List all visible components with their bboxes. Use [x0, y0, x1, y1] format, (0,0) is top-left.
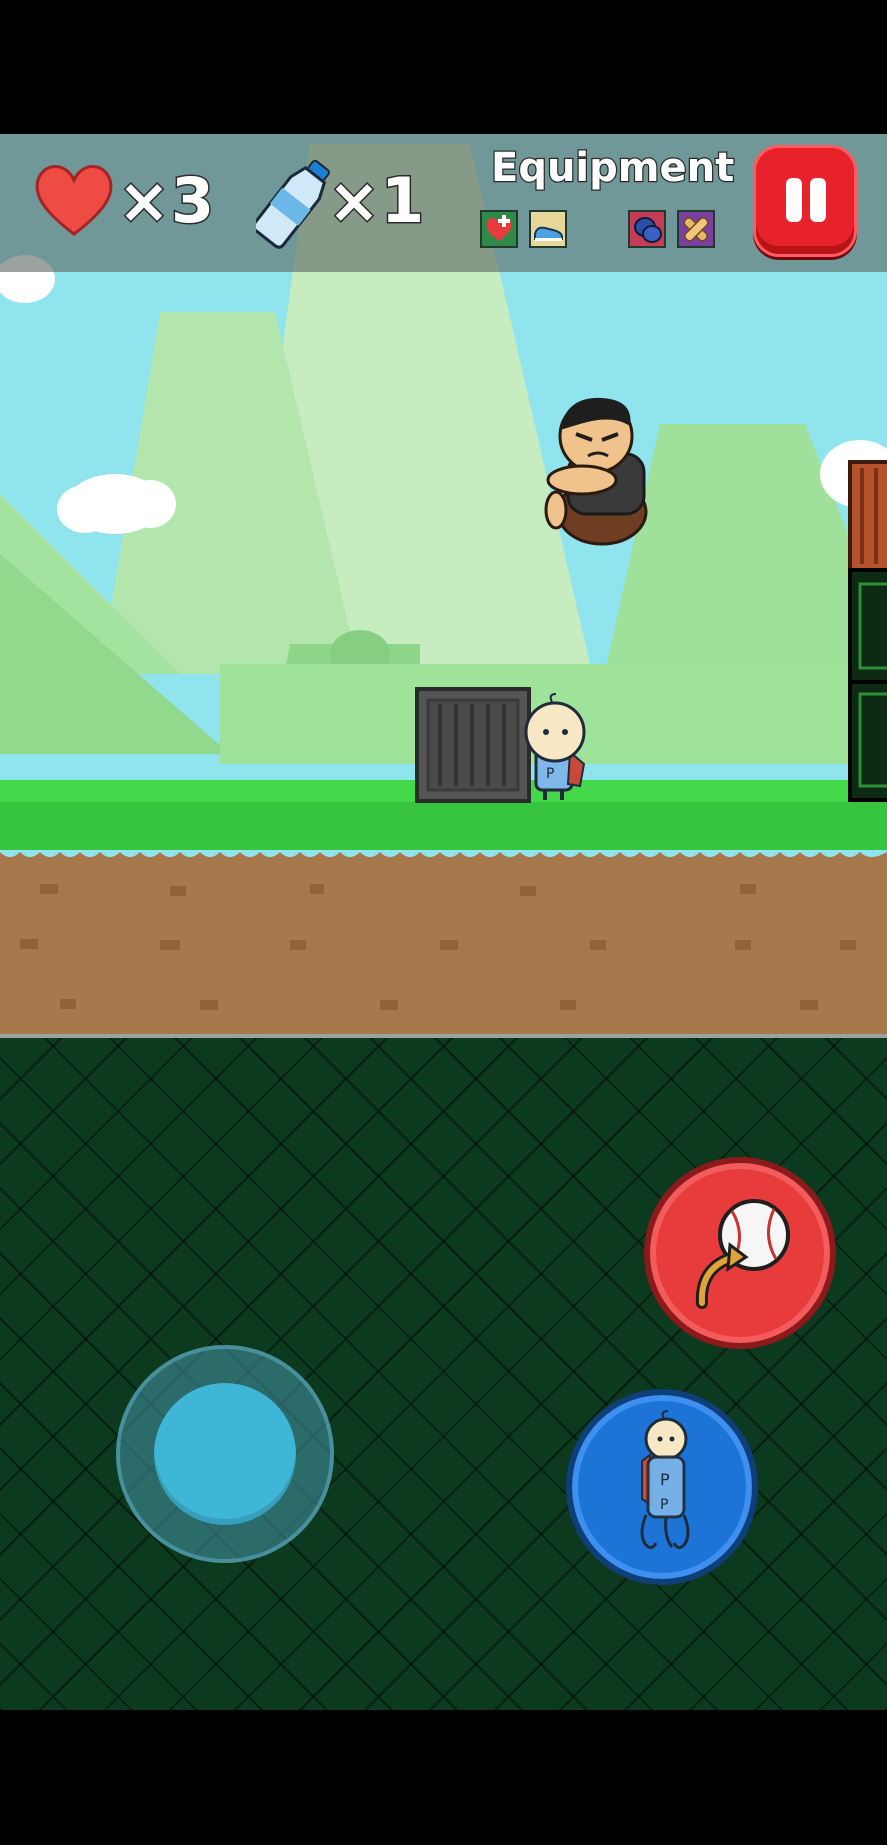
equipment-slot[interactable]	[677, 210, 715, 248]
heart-icon	[35, 165, 113, 236]
svg-text:P: P	[660, 1497, 668, 1513]
crate-stack	[848, 460, 887, 802]
baseball-throw-icon	[695, 1199, 790, 1309]
water-bottle-icon	[256, 159, 330, 249]
svg-text:P: P	[546, 766, 554, 782]
equipment-slot[interactable]	[628, 210, 666, 248]
control-panel	[0, 1034, 887, 1710]
bandage-icon	[683, 217, 709, 242]
svg-text:P: P	[660, 1470, 670, 1489]
equipment-title: Equipment	[490, 145, 736, 192]
heart-plus-icon	[486, 215, 512, 241]
player-character: P	[524, 693, 586, 800]
metal-crate	[415, 687, 531, 803]
equipment-slot[interactable]	[529, 210, 567, 248]
equipment-slot[interactable]	[480, 210, 518, 248]
lives-count: ×3	[116, 164, 216, 237]
bottles-count: ×1	[326, 164, 426, 237]
throw-button[interactable]	[644, 1157, 836, 1349]
hero-special-icon: P P	[640, 1410, 690, 1550]
joystick-knob[interactable]	[154, 1383, 296, 1525]
shoe-icon	[534, 226, 563, 241]
pause-button[interactable]	[753, 145, 857, 257]
special-button[interactable]: P P	[566, 1389, 758, 1585]
boxing-glove-icon	[634, 217, 662, 243]
